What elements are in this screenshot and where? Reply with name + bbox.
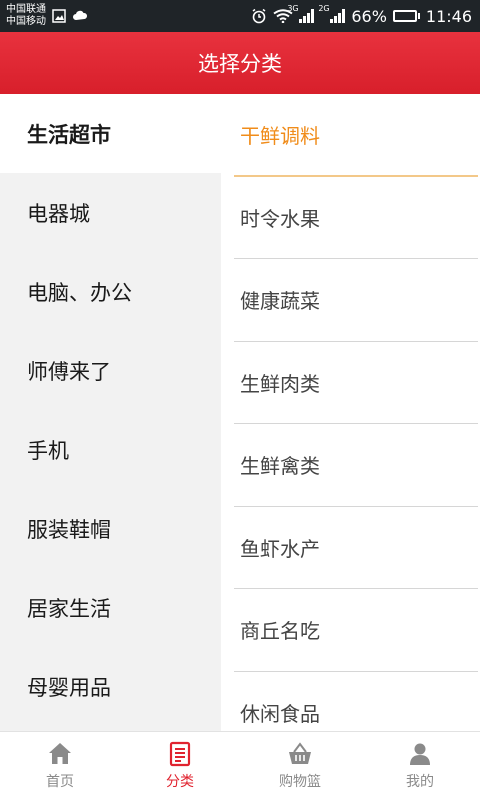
category-sidebar: 生活超市 电器城 电脑、办公 师傅来了 手机 服装鞋帽 居家生活 母婴用品	[0, 94, 221, 731]
subcategory-item-8[interactable]: 休闲食品	[234, 672, 478, 732]
category-item-2[interactable]: 电器城	[0, 173, 221, 252]
battery-percent: 66%	[351, 6, 387, 26]
category-label: 电脑、办公	[27, 280, 132, 305]
network-type-2: 2G	[318, 4, 330, 13]
category-item-5[interactable]: 手机	[0, 410, 221, 489]
category-label: 服装鞋帽	[27, 517, 111, 542]
subcategory-list: 干鲜调料 时令水果 健康蔬菜 生鲜肉类 生鲜禽类 鱼虾水产 商丘名吃 休闲食品	[221, 94, 480, 731]
subcategory-item-2[interactable]: 时令水果	[234, 177, 478, 259]
subcategory-label: 鱼虾水产	[240, 536, 320, 561]
subcategory-label: 时令水果	[240, 206, 320, 231]
subcategory-label: 商丘名吃	[240, 619, 320, 644]
subcategory-item-6[interactable]: 鱼虾水产	[234, 507, 478, 589]
status-left: 中国联通 中国移动	[6, 4, 88, 28]
category-item-6[interactable]: 服装鞋帽	[0, 489, 221, 568]
tab-category[interactable]: 分类	[120, 732, 240, 800]
network-type-1: 3G	[287, 4, 299, 13]
carrier-names: 中国联通 中国移动	[6, 4, 46, 28]
subcategory-item-5[interactable]: 生鲜禽类	[234, 424, 478, 507]
tab-basket[interactable]: 购物篮	[240, 732, 360, 800]
category-item-1[interactable]: 生活超市	[0, 94, 221, 173]
category-label: 电器城	[27, 201, 90, 226]
tab-home[interactable]: 首页	[0, 732, 120, 800]
user-icon	[410, 743, 430, 765]
subcategory-label: 健康蔬菜	[240, 289, 320, 314]
carrier-1: 中国联通	[6, 4, 46, 15]
subcategory-label: 生鲜禽类	[240, 454, 320, 479]
status-bar: 中国联通 中国移动 3G 2G 66% 11:46	[0, 0, 480, 32]
bottom-tab-bar: 首页 分类 购物篮 我的	[0, 731, 480, 800]
tab-mine[interactable]: 我的	[360, 732, 480, 800]
carrier-2: 中国移动	[6, 16, 46, 27]
category-label: 母婴用品	[27, 675, 111, 700]
alarm-icon	[251, 8, 267, 24]
image-icon	[52, 9, 66, 23]
status-right: 3G 2G 66% 11:46	[251, 4, 472, 26]
subcategory-label: 休闲食品	[240, 701, 320, 726]
signal-3g-icon: 3G	[287, 4, 315, 23]
subcategory-label: 干鲜调料	[240, 123, 320, 148]
category-label: 师傅来了	[27, 359, 111, 384]
tab-label: 分类	[166, 774, 194, 790]
clock-time: 11:46	[425, 6, 472, 26]
category-list-icon	[169, 741, 191, 767]
subcategory-item-3[interactable]: 健康蔬菜	[234, 259, 478, 342]
subcategory-label: 生鲜肉类	[240, 371, 320, 396]
basket-icon	[289, 742, 311, 764]
category-item-8[interactable]: 母婴用品	[0, 647, 221, 726]
page-header: 选择分类	[0, 32, 480, 94]
subcategory-item-7[interactable]: 商丘名吃	[234, 589, 478, 672]
subcategory-item-1[interactable]: 干鲜调料	[234, 94, 478, 177]
battery-icon	[392, 10, 420, 22]
category-item-3[interactable]: 电脑、办公	[0, 252, 221, 331]
category-label: 生活超市	[27, 122, 111, 147]
category-item-4[interactable]: 师傅来了	[0, 331, 221, 410]
tab-label: 购物篮	[279, 774, 321, 790]
tab-label: 首页	[46, 774, 74, 790]
category-item-7[interactable]: 居家生活	[0, 568, 221, 647]
tab-label: 我的	[406, 774, 434, 790]
category-label: 居家生活	[27, 596, 111, 621]
signal-2g-icon: 2G	[318, 4, 346, 23]
subcategory-item-4[interactable]: 生鲜肉类	[234, 342, 478, 424]
category-label: 手机	[27, 438, 69, 463]
page-title: 选择分类	[198, 52, 282, 76]
home-icon	[49, 743, 71, 764]
cloud-icon	[72, 10, 88, 22]
